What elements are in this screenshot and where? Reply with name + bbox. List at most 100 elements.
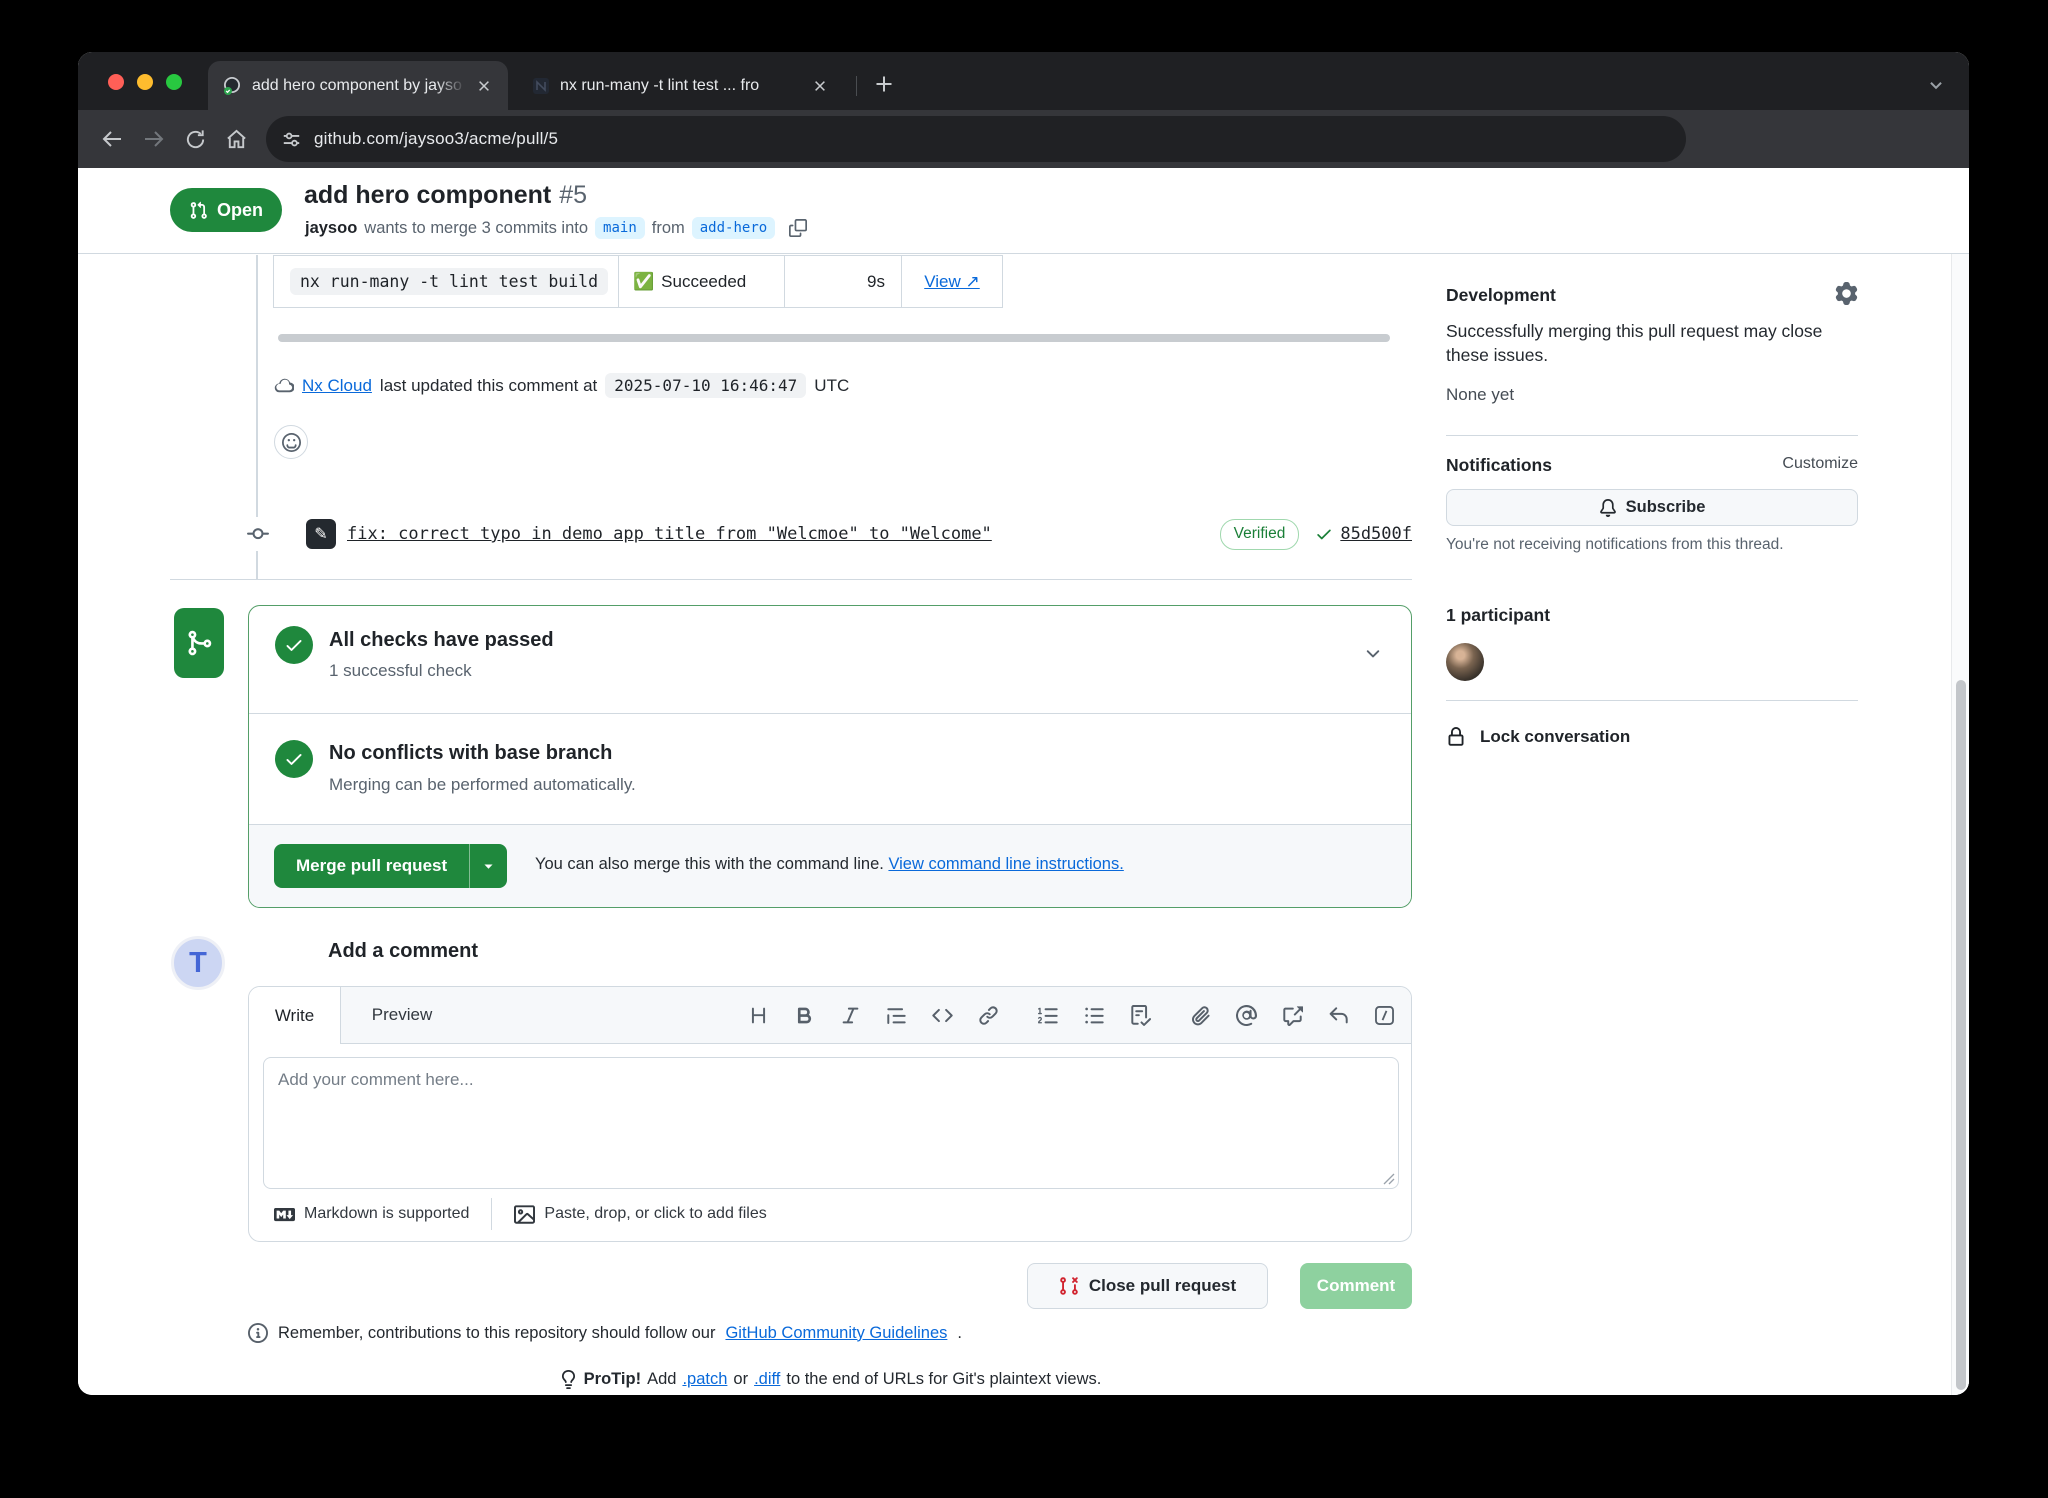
address-bar[interactable]: github.com/jaysoo3/acme/pull/5 [266, 116, 1686, 162]
participant-avatar[interactable] [1446, 643, 1484, 681]
pr-author[interactable]: jaysoo [305, 219, 357, 238]
site-settings-icon[interactable] [282, 130, 301, 149]
close-tab-icon[interactable] [474, 76, 494, 96]
maximize-window-button[interactable] [166, 74, 182, 90]
merge-panel: All checks have passed 1 successful chec… [248, 605, 1412, 908]
tab-preview[interactable]: Preview [341, 987, 463, 1043]
development-empty: None yet [1446, 385, 1858, 405]
heading-icon[interactable] [748, 1005, 769, 1026]
pr-title-text: add hero component [304, 181, 551, 209]
window-controls [108, 74, 182, 90]
diff-link[interactable]: .diff [754, 1370, 780, 1389]
merge-options-caret[interactable] [470, 844, 507, 888]
comment-textarea[interactable] [263, 1057, 1399, 1189]
attach-file-icon[interactable] [1190, 1005, 1211, 1026]
link-icon[interactable] [978, 1005, 999, 1026]
paste-drop-files[interactable]: Paste, drop, or click to add files [514, 1204, 766, 1225]
tab-nx-run[interactable]: nx run-many -t lint test ... fro [518, 61, 844, 110]
committer-avatar[interactable]: ✎ [306, 519, 336, 549]
numbered-list-icon[interactable] [1038, 1005, 1059, 1026]
nx-cloud-link[interactable]: Nx Cloud [302, 376, 372, 396]
commit-sha-link[interactable]: 85d500f [1340, 524, 1412, 544]
avatar-initial: T [189, 947, 207, 980]
tab-title: add hero component by jayso [252, 77, 466, 95]
merge-split-button: Merge pull request [274, 844, 507, 888]
pr-from-text: from [652, 219, 685, 238]
add-reaction-button[interactable] [274, 425, 308, 459]
image-icon [514, 1204, 535, 1225]
merge-pull-request-button[interactable]: Merge pull request [274, 844, 469, 888]
markdown-supported[interactable]: Markdown is supported [274, 1204, 469, 1225]
pr-title: add hero component#5 [304, 181, 587, 210]
check-status: Succeeded [661, 272, 746, 292]
nx-favicon [532, 77, 550, 95]
subscribe-button[interactable]: Subscribe [1446, 489, 1858, 526]
comment-submit-button[interactable]: Comment [1300, 1263, 1412, 1309]
saved-replies-icon[interactable] [1328, 1005, 1349, 1026]
commit-message-link[interactable]: fix: correct typo in demo app title from… [347, 524, 992, 544]
protip-or: or [733, 1370, 748, 1389]
subscribe-label: Subscribe [1626, 498, 1706, 517]
base-branch-chip[interactable]: main [595, 217, 645, 239]
cli-text: You can also merge this with the command… [535, 855, 884, 873]
protip-label: ProTip! [584, 1370, 641, 1389]
cross-reference-icon[interactable] [1282, 1005, 1303, 1026]
chevron-down-icon[interactable] [1363, 644, 1383, 664]
pr-closed-icon [1059, 1276, 1079, 1296]
cli-instructions-link[interactable]: View command line instructions. [888, 855, 1123, 873]
guidelines-text: Remember, contributions to this reposito… [278, 1324, 715, 1343]
home-icon[interactable] [225, 128, 248, 151]
new-tab-button[interactable] [874, 74, 894, 94]
close-pull-request-button[interactable]: Close pull request [1027, 1263, 1268, 1309]
page-content: Open add hero component#5 jaysoo wants t… [78, 168, 1969, 1395]
check-view-link[interactable]: View ↗ [924, 272, 980, 292]
bold-icon[interactable] [794, 1005, 815, 1026]
patch-link[interactable]: .patch [682, 1370, 727, 1389]
forward-icon[interactable] [142, 127, 166, 151]
comment-form-footer: Markdown is supported Paste, drop, or cl… [249, 1187, 1411, 1241]
markdown-toolbar [748, 987, 1395, 1043]
page-scrollbar-track[interactable] [1951, 168, 1969, 1395]
tab-search-chevron-icon[interactable] [1927, 76, 1945, 94]
quote-icon[interactable] [886, 1005, 907, 1026]
lock-icon [1446, 727, 1466, 747]
close-window-button[interactable] [108, 74, 124, 90]
tab-separator [856, 76, 857, 96]
tab-write[interactable]: Write [249, 987, 341, 1044]
reload-icon[interactable] [184, 128, 207, 151]
close-tab-icon[interactable] [810, 76, 830, 96]
copy-branch-icon[interactable] [789, 219, 807, 237]
table-horizontal-scrollbar[interactable] [278, 334, 1390, 342]
participants-title: 1 participant [1446, 605, 1858, 626]
customize-link[interactable]: Customize [1782, 455, 1858, 473]
paste-note-text: Paste, drop, or click to add files [544, 1205, 766, 1223]
check-status-cell: ✅ Succeeded [619, 256, 785, 307]
guidelines-note: Remember, contributions to this reposito… [248, 1323, 962, 1343]
page-scrollbar-thumb[interactable] [1956, 680, 1966, 1390]
code-icon[interactable] [932, 1005, 953, 1026]
checks-passed-subtitle: 1 successful check [329, 661, 472, 681]
gear-icon[interactable] [1835, 282, 1858, 305]
checks-passed-row[interactable]: All checks have passed 1 successful chec… [249, 606, 1411, 713]
task-list-icon[interactable] [1130, 1005, 1151, 1026]
lock-conversation[interactable]: Lock conversation [1446, 727, 1858, 747]
resize-handle[interactable] [1383, 1173, 1395, 1185]
bot-note-timestamp: 2025-07-10 16:46:47 [605, 373, 806, 398]
close-pr-label: Close pull request [1089, 1276, 1236, 1296]
head-branch-chip[interactable]: add-hero [692, 217, 775, 239]
add-comment-heading: Add a comment [328, 940, 478, 963]
guidelines-link[interactable]: GitHub Community Guidelines [725, 1324, 947, 1343]
minimize-window-button[interactable] [137, 74, 153, 90]
current-user-avatar: T [171, 936, 225, 990]
back-icon[interactable] [100, 127, 124, 151]
info-icon [248, 1323, 268, 1343]
comment-form: Write Preview [248, 986, 1412, 1242]
italic-icon[interactable] [840, 1005, 861, 1026]
lightbulb-icon [559, 1370, 578, 1389]
bullet-list-icon[interactable] [1084, 1005, 1105, 1026]
tab-pull-request[interactable]: add hero component by jayso [208, 61, 508, 110]
verified-badge[interactable]: Verified [1220, 519, 1300, 550]
mention-icon[interactable] [1236, 1005, 1257, 1026]
url-text: github.com/jaysoo3/acme/pull/5 [314, 129, 558, 149]
slash-commands-icon[interactable] [1374, 1005, 1395, 1026]
